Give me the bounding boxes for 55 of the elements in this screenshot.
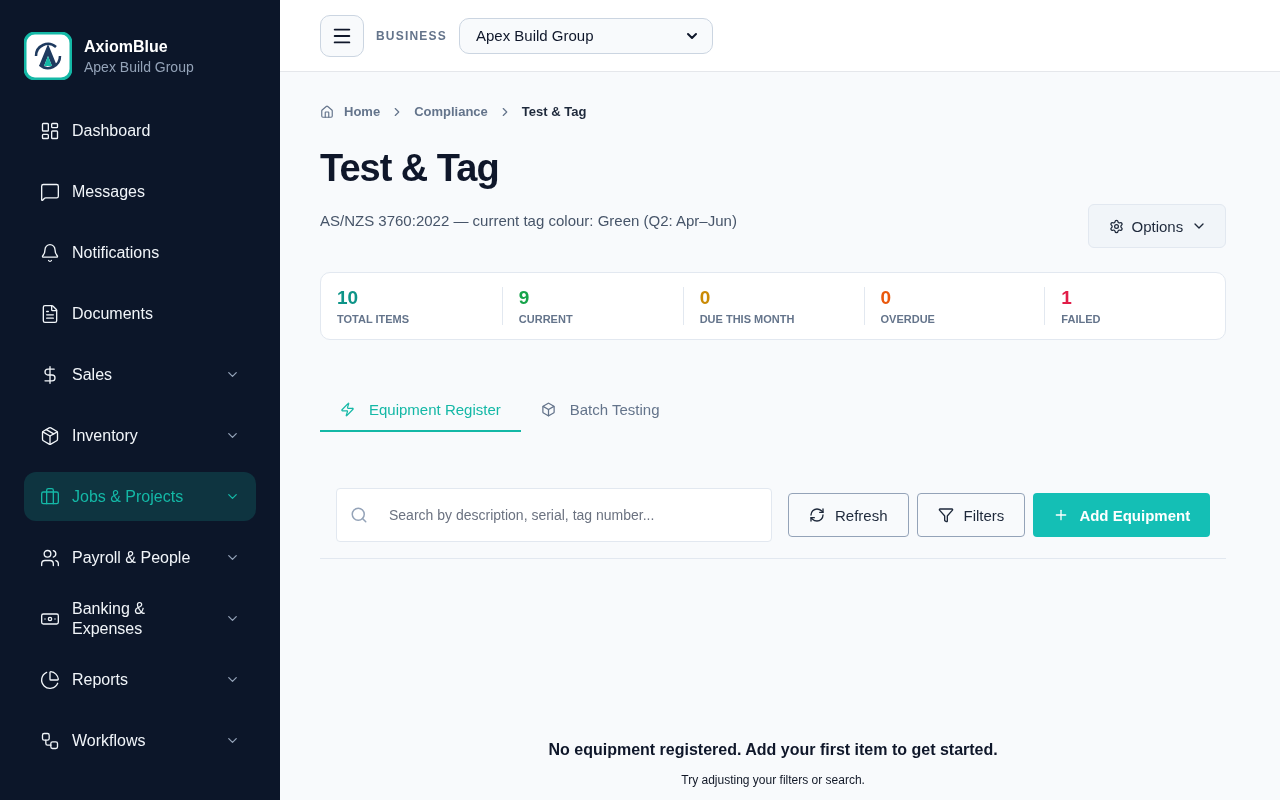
sidebar-item[interactable]: Workflows: [24, 716, 256, 765]
settings-icon: [1108, 218, 1124, 234]
sidebar-item[interactable]: Dashboard: [24, 106, 256, 155]
stat-label: CURRENT: [518, 313, 574, 325]
page-title: Test & Tag: [320, 147, 500, 190]
document-icon: [40, 303, 60, 324]
page-subtitle: AS/NZS 3760:2022 — current tag colour: Green (Q2: Apr–Jun): [320, 212, 737, 229]
breadcrumb-current: Test & Tag: [521, 104, 587, 119]
empty-state-title: No equipment registered. Add your first item to get started.: [548, 741, 998, 759]
stat-label: TOTAL ITEMS: [337, 313, 411, 325]
business-select[interactable]: Apex Build Group: [458, 17, 713, 54]
stat-value: 10: [337, 287, 360, 309]
briefcase-icon: [40, 486, 60, 507]
dashboard-icon: [40, 120, 60, 141]
stat-label: FAILED: [1061, 313, 1102, 325]
message-icon: [40, 181, 60, 202]
stat-value: 0: [880, 287, 893, 309]
sidebar-item[interactable]: Payroll & People: [24, 533, 256, 582]
pie-chart-icon: [40, 669, 60, 690]
box-icon: [540, 401, 556, 417]
menu-button[interactable]: [320, 14, 364, 57]
people-icon: [40, 547, 60, 568]
stat-value: 1: [1061, 287, 1073, 309]
options-button[interactable]: Options: [1087, 204, 1227, 248]
refresh-icon: [809, 507, 825, 523]
brand-name: AxiomBlue: [84, 37, 169, 56]
stat-value: 9: [518, 287, 531, 309]
filters-button[interactable]: Filters: [916, 493, 1026, 537]
filter-icon: [937, 507, 954, 523]
logo-icon: [24, 32, 72, 80]
business-label: BUSINESS: [376, 28, 447, 43]
tab[interactable]: Batch Testing: [520, 388, 680, 432]
search-field[interactable]: Search by description, serial, tag number...: [336, 488, 772, 542]
sidebar-item[interactable]: Jobs & Projects: [24, 472, 256, 521]
bell-icon: [40, 242, 60, 263]
lightning-icon: [340, 401, 355, 417]
stat-value: 0: [699, 287, 712, 309]
search-icon: [350, 506, 368, 524]
box-icon: [40, 425, 60, 446]
refresh-button[interactable]: Refresh: [788, 493, 909, 537]
brand-subtitle: Apex Build Group: [84, 58, 194, 75]
sidebar-item[interactable]: Reports: [24, 655, 256, 704]
sidebar-item[interactable]: Notifications: [24, 228, 256, 277]
breadcrumb-link[interactable]: Compliance: [414, 104, 488, 119]
stat-label: OVERDUE: [880, 313, 936, 325]
breadcrumb-link[interactable]: Home: [344, 104, 381, 119]
stat-label: DUE THIS MONTH: [699, 313, 796, 325]
sidebar-item[interactable]: Sales: [24, 350, 256, 399]
home-icon: [320, 104, 334, 119]
sidebar-item[interactable]: Inventory: [24, 411, 256, 460]
empty-state-hint: Try adjusting your filters or search.: [681, 773, 865, 787]
workflow-icon: [40, 730, 60, 751]
sidebar-item[interactable]: Banking & Expenses: [24, 594, 256, 643]
sidebar-item[interactable]: Documents: [24, 289, 256, 338]
sidebar-item[interactable]: Messages: [24, 167, 256, 216]
